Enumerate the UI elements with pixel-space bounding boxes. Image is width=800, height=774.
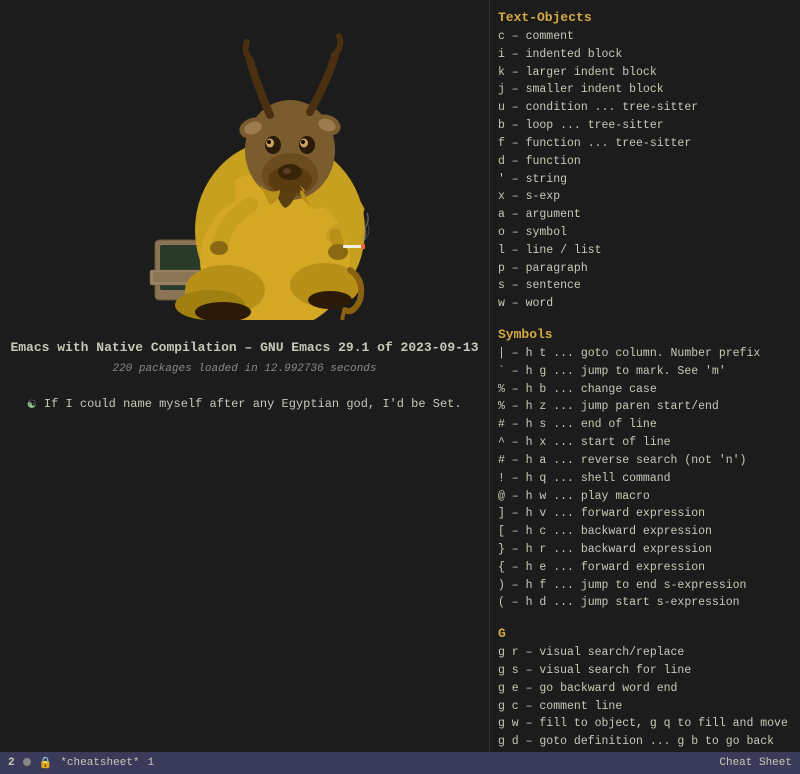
- left-panel: Emacs with Native Compilation – GNU Emac…: [0, 0, 490, 752]
- cheatsheet-line: ] – h v ... forward expression: [498, 505, 792, 523]
- quote-icon: ☯: [27, 396, 35, 413]
- cheatsheet-line: u – condition ... tree-sitter: [498, 99, 792, 117]
- packages-info: 220 packages loaded in 12.992736 seconds: [112, 363, 376, 375]
- status-bar: 2 🔒 *cheatsheet* 1 Cheat Sheet: [0, 752, 800, 774]
- cheatsheet-line: x – s-exp: [498, 188, 792, 206]
- cheatsheet-line: g d – goto definition ... g b to go back: [498, 733, 792, 751]
- cheatsheet-line: d – function: [498, 153, 792, 171]
- lock-icon: 🔒: [39, 756, 53, 770]
- cheatsheet-line: l – line / list: [498, 242, 792, 260]
- cheatsheet-line: @ – h w ... play macro: [498, 488, 792, 506]
- cheatsheet-line: ^ – h x ... start of line: [498, 434, 792, 452]
- right-panel[interactable]: Text-Objects c – comment i – indented bl…: [490, 0, 800, 752]
- cheatsheet-line: g e – go backward word end: [498, 680, 792, 698]
- cheatsheet-line: s – sentence: [498, 277, 792, 295]
- cheatsheet-line: g c – comment line: [498, 698, 792, 716]
- section-title-symbols: Symbols: [498, 327, 792, 342]
- cheatsheet-line: g s – visual search for line: [498, 662, 792, 680]
- cheatsheet-line: ! – h q ... shell command: [498, 470, 792, 488]
- cheatsheet-line: ( – h d ... jump start s-expression: [498, 594, 792, 612]
- cheatsheet-line: # – h a ... reverse search (not 'n'): [498, 452, 792, 470]
- cheatsheet-line: ) – h f ... jump to end s-expression: [498, 577, 792, 595]
- cheatsheet-line: # – h s ... end of line: [498, 416, 792, 434]
- cheatsheet-line: w – word: [498, 295, 792, 313]
- cheatsheet-line: c – comment: [498, 28, 792, 46]
- cheatsheet-line: f – function ... tree-sitter: [498, 135, 792, 153]
- cheatsheet-line: p – paragraph: [498, 260, 792, 278]
- cheatsheet-line: k – larger indent block: [498, 64, 792, 82]
- cheatsheet-line: [ – h c ... backward expression: [498, 523, 792, 541]
- cheatsheet-line: { – h e ... forward expression: [498, 559, 792, 577]
- cheatsheet-line: b – loop ... tree-sitter: [498, 117, 792, 135]
- section-title-g: G: [498, 626, 792, 641]
- gnu-mascot: [95, 20, 395, 320]
- cheatsheet-line: j – smaller indent block: [498, 81, 792, 99]
- status-dot-indicator: [23, 756, 31, 770]
- cheatsheet-line: i – indented block: [498, 46, 792, 64]
- cheatsheet-line: % – h z ... jump paren start/end: [498, 398, 792, 416]
- cheatsheet-line: ` – h g ... jump to mark. See 'm': [498, 363, 792, 381]
- cheatsheet-line: o – symbol: [498, 224, 792, 242]
- status-number2: 1: [148, 757, 155, 769]
- cheatsheet-line: % – h b ... change case: [498, 381, 792, 399]
- status-filename: *cheatsheet*: [60, 757, 139, 769]
- status-number: 2: [8, 757, 15, 769]
- cheatsheet-line: ' – string: [498, 171, 792, 189]
- main-area: Emacs with Native Compilation – GNU Emac…: [0, 0, 800, 752]
- emacs-title: Emacs with Native Compilation – GNU Emac…: [10, 340, 478, 355]
- cheatsheet-line: | – h t ... goto column. Number prefix: [498, 345, 792, 363]
- cheatsheet-line: } – h r ... backward expression: [498, 541, 792, 559]
- cheatsheet-line: g w – fill to object, g q to fill and mo…: [498, 715, 792, 733]
- quote-container: ☯ If I could name myself after any Egypt…: [17, 395, 471, 413]
- cheatsheet-line: a – argument: [498, 206, 792, 224]
- cheatsheet-line: g r – visual search/replace: [498, 644, 792, 662]
- quote-text: If I could name myself after any Egyptia…: [44, 395, 462, 413]
- section-title-text-objects: Text-Objects: [498, 10, 792, 25]
- status-right-label: Cheat Sheet: [719, 757, 792, 769]
